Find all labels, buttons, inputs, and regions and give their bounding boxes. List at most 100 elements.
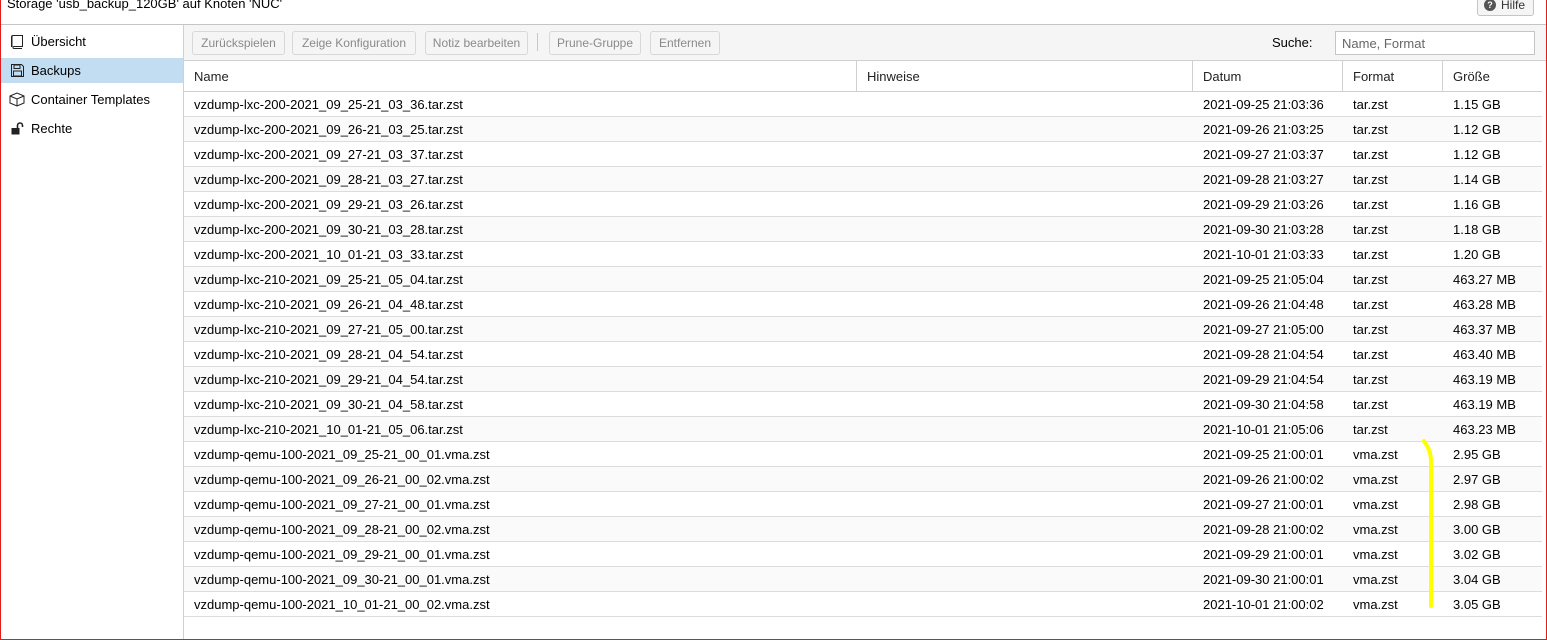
table-row[interactable]: vzdump-qemu-100-2021_09_25-21_00_01.vma.… <box>184 442 1542 467</box>
cell-date: 2021-09-30 21:00:01 <box>1203 571 1324 587</box>
cell-notes <box>857 242 1193 266</box>
column-header-format[interactable]: Format <box>1343 61 1443 91</box>
cell-name: vzdump-qemu-100-2021_09_26-21_00_02.vma.… <box>194 471 490 487</box>
search-label: Suche: <box>1272 35 1313 50</box>
toolbar: Zurückspielen Zeige Konfiguration Notiz … <box>184 25 1546 61</box>
cell-format: vma.zst <box>1353 496 1398 512</box>
cell-size: 3.04 GB <box>1453 571 1501 587</box>
cell-notes <box>857 392 1193 416</box>
cell-size: 1.14 GB <box>1453 171 1501 187</box>
sidebar-item-backups[interactable]: Backups <box>1 58 183 83</box>
table-row[interactable]: vzdump-lxc-200-2021_09_28-21_03_27.tar.z… <box>184 167 1542 192</box>
cell-date: 2021-09-28 21:03:27 <box>1203 171 1324 187</box>
table-row[interactable]: vzdump-lxc-200-2021_09_25-21_03_36.tar.z… <box>184 92 1542 117</box>
table-row[interactable]: vzdump-lxc-210-2021_09_30-21_04_58.tar.z… <box>184 392 1542 417</box>
toolbar-separator <box>537 33 538 51</box>
cell-notes <box>857 142 1193 166</box>
cell-format: vma.zst <box>1353 521 1398 537</box>
prune-group-button[interactable]: Prune-Gruppe <box>549 31 641 55</box>
table-row[interactable]: vzdump-lxc-210-2021_09_26-21_04_48.tar.z… <box>184 292 1542 317</box>
cell-date: 2021-09-29 21:04:54 <box>1203 371 1324 387</box>
cell-notes <box>857 417 1193 441</box>
cell-notes <box>857 517 1193 541</box>
column-header-name[interactable]: Name <box>184 61 857 91</box>
edit-notes-button[interactable]: Notiz bearbeiten <box>425 31 528 55</box>
table-row[interactable]: vzdump-lxc-210-2021_09_25-21_05_04.tar.z… <box>184 267 1542 292</box>
cell-notes <box>857 167 1193 191</box>
cell-date: 2021-09-26 21:00:02 <box>1203 471 1324 487</box>
column-header-date[interactable]: Datum <box>1193 61 1343 91</box>
book-icon <box>9 34 25 50</box>
cell-date: 2021-09-25 21:00:01 <box>1203 446 1324 462</box>
table-row[interactable]: vzdump-qemu-100-2021_10_01-21_00_02.vma.… <box>184 592 1542 617</box>
column-header-notes[interactable]: Hinweise <box>857 61 1193 91</box>
cell-format: tar.zst <box>1353 121 1388 137</box>
cell-date: 2021-09-30 21:04:58 <box>1203 396 1324 412</box>
table-row[interactable]: vzdump-lxc-200-2021_09_30-21_03_28.tar.z… <box>184 217 1542 242</box>
restore-button[interactable]: Zurückspielen <box>192 31 285 55</box>
title-bar: Storage 'usb_backup_120GB' auf Knoten 'N… <box>1 0 1546 25</box>
table-row[interactable]: vzdump-qemu-100-2021_09_27-21_00_01.vma.… <box>184 492 1542 517</box>
cell-date: 2021-09-25 21:03:36 <box>1203 96 1324 112</box>
cell-format: tar.zst <box>1353 221 1388 237</box>
cell-format: vma.zst <box>1353 446 1398 462</box>
cell-name: vzdump-lxc-210-2021_09_30-21_04_58.tar.z… <box>194 396 463 412</box>
sidebar-item-label: Backups <box>31 63 81 78</box>
cell-name: vzdump-lxc-200-2021_09_28-21_03_27.tar.z… <box>194 171 463 187</box>
table-row[interactable]: vzdump-lxc-210-2021_09_27-21_05_00.tar.z… <box>184 317 1542 342</box>
cell-date: 2021-09-30 21:03:28 <box>1203 221 1324 237</box>
table-row[interactable]: vzdump-lxc-210-2021_10_01-21_05_06.tar.z… <box>184 417 1542 442</box>
remove-button[interactable]: Entfernen <box>650 31 720 55</box>
cell-format: vma.zst <box>1353 471 1398 487</box>
window-title: Storage 'usb_backup_120GB' auf Knoten 'N… <box>7 0 283 11</box>
show-configuration-button[interactable]: Zeige Konfiguration <box>292 31 416 55</box>
cell-notes <box>857 267 1193 291</box>
cell-format: tar.zst <box>1353 421 1388 437</box>
cell-name: vzdump-lxc-200-2021_10_01-21_03_33.tar.z… <box>194 246 463 262</box>
sidebar-item-permissions[interactable]: Rechte <box>1 116 183 141</box>
column-header-size[interactable]: Größe <box>1443 61 1542 91</box>
help-button[interactable]: ? Hilfe <box>1477 0 1534 16</box>
cell-size: 463.40 MB <box>1453 346 1516 362</box>
cell-format: tar.zst <box>1353 196 1388 212</box>
cube-icon <box>9 92 25 108</box>
table-row[interactable]: vzdump-qemu-100-2021_09_29-21_00_01.vma.… <box>184 542 1542 567</box>
cell-size: 1.12 GB <box>1453 146 1501 162</box>
cell-name: vzdump-lxc-200-2021_09_30-21_03_28.tar.z… <box>194 221 463 237</box>
cell-format: tar.zst <box>1353 321 1388 337</box>
cell-notes <box>857 467 1193 491</box>
table-row[interactable]: vzdump-qemu-100-2021_09_30-21_00_01.vma.… <box>184 567 1542 592</box>
sidebar-item-overview[interactable]: Übersicht <box>1 29 183 54</box>
table-row[interactable]: vzdump-qemu-100-2021_09_26-21_00_02.vma.… <box>184 467 1542 492</box>
cell-size: 3.02 GB <box>1453 546 1501 562</box>
floppy-disk-icon <box>9 63 25 79</box>
cell-name: vzdump-lxc-200-2021_09_27-21_03_37.tar.z… <box>194 146 463 162</box>
unlock-icon <box>9 121 25 137</box>
search-input[interactable] <box>1335 31 1535 55</box>
sidebar-item-label: Container Templates <box>31 92 150 107</box>
table-row[interactable]: vzdump-lxc-200-2021_09_26-21_03_25.tar.z… <box>184 117 1542 142</box>
sidebar-item-container-templates[interactable]: Container Templates <box>1 87 183 112</box>
cell-name: vzdump-qemu-100-2021_09_28-21_00_02.vma.… <box>194 521 490 537</box>
cell-format: tar.zst <box>1353 171 1388 187</box>
cell-date: 2021-09-28 21:00:02 <box>1203 521 1324 537</box>
cell-size: 463.28 MB <box>1453 296 1516 312</box>
cell-notes <box>857 542 1193 566</box>
cell-format: tar.zst <box>1353 271 1388 287</box>
table-row[interactable]: vzdump-lxc-200-2021_10_01-21_03_33.tar.z… <box>184 242 1542 267</box>
table-row[interactable]: vzdump-lxc-200-2021_09_27-21_03_37.tar.z… <box>184 142 1542 167</box>
cell-name: vzdump-lxc-210-2021_09_29-21_04_54.tar.z… <box>194 371 463 387</box>
sidebar-item-label: Rechte <box>31 121 73 136</box>
table-row[interactable]: vzdump-qemu-100-2021_09_28-21_00_02.vma.… <box>184 517 1542 542</box>
table-row[interactable]: vzdump-lxc-200-2021_09_29-21_03_26.tar.z… <box>184 192 1542 217</box>
cell-name: vzdump-lxc-210-2021_09_26-21_04_48.tar.z… <box>194 296 463 312</box>
cell-notes <box>857 367 1193 391</box>
cell-name: vzdump-lxc-200-2021_09_26-21_03_25.tar.z… <box>194 121 463 137</box>
cell-notes <box>857 592 1193 616</box>
table-row[interactable]: vzdump-lxc-210-2021_09_29-21_04_54.tar.z… <box>184 367 1542 392</box>
cell-size: 463.23 MB <box>1453 421 1516 437</box>
cell-size: 463.19 MB <box>1453 396 1516 412</box>
cell-date: 2021-09-29 21:03:26 <box>1203 196 1324 212</box>
table-row[interactable]: vzdump-lxc-210-2021_09_28-21_04_54.tar.z… <box>184 342 1542 367</box>
cell-size: 2.95 GB <box>1453 446 1501 462</box>
